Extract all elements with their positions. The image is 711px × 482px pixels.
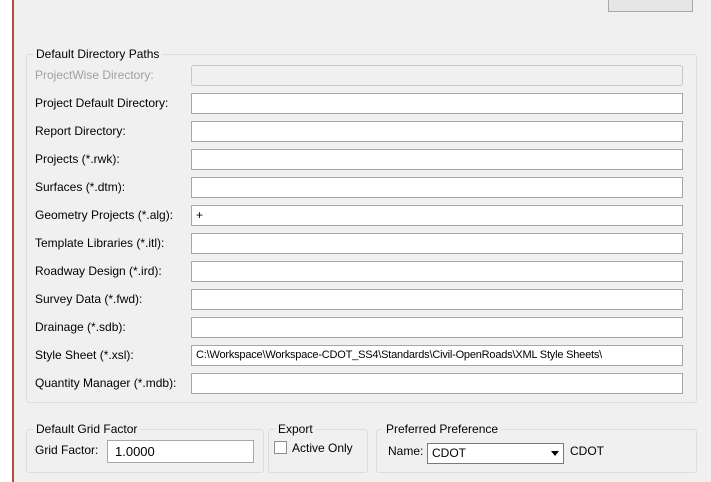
style-sheet-field[interactable]: C:\Workspace\Workspace-CDOT_SS4\Standard… <box>191 345 683 366</box>
directory-paths-title: Default Directory Paths <box>33 48 163 61</box>
active-only-label[interactable]: Active Only <box>292 441 353 455</box>
preference-select-value: CDOT <box>432 446 466 460</box>
template-libraries-field[interactable] <box>191 233 683 254</box>
panel-border <box>12 0 14 482</box>
survey-data-label: Survey Data (*.fwd): <box>35 292 143 306</box>
grid-factor-input[interactable]: 1.0000 <box>107 440 254 463</box>
template-libraries-label: Template Libraries (*.itl): <box>35 236 165 250</box>
quantity-manager-label: Quantity Manager (*.mdb): <box>35 376 177 390</box>
surfaces-label: Surfaces (*.dtm): <box>35 180 126 194</box>
export-title: Export <box>275 423 316 436</box>
preference-name-label: Name: <box>388 444 424 458</box>
style-sheet-label: Style Sheet (*.xsl): <box>35 348 134 362</box>
projects-field[interactable] <box>191 149 683 170</box>
drainage-label: Drainage (*.sdb): <box>35 320 126 334</box>
roadway-design-label: Roadway Design (*.ird): <box>35 264 162 278</box>
drainage-field[interactable] <box>191 317 683 338</box>
geometry-projects-label: Geometry Projects (*.alg): <box>35 208 174 222</box>
quantity-manager-field[interactable] <box>191 373 683 394</box>
project-default-directory-field[interactable] <box>191 93 683 114</box>
grid-factor-label: Grid Factor: <box>35 443 99 457</box>
report-directory-label: Report Directory: <box>35 124 126 138</box>
projectwise-directory-field <box>191 65 683 86</box>
grid-factor-title: Default Grid Factor <box>33 423 141 436</box>
report-directory-field[interactable] <box>191 121 683 142</box>
preference-title: Preferred Preference <box>383 423 502 436</box>
geometry-projects-field[interactable]: + <box>191 205 683 226</box>
surfaces-field[interactable] <box>191 177 683 198</box>
chevron-down-icon <box>551 451 559 456</box>
left-panel-strip <box>0 0 12 482</box>
active-only-checkbox[interactable] <box>274 441 287 454</box>
survey-data-field[interactable] <box>191 289 683 310</box>
projects-label: Projects (*.rwk): <box>35 152 120 166</box>
projectwise-directory-label: ProjectWise Directory: <box>35 68 154 82</box>
project-default-directory-label: Project Default Directory: <box>35 96 169 110</box>
roadway-design-field[interactable] <box>191 261 683 282</box>
top-button[interactable] <box>608 0 693 12</box>
preference-select[interactable]: CDOT <box>427 443 564 464</box>
preference-current-value: CDOT <box>570 444 604 458</box>
